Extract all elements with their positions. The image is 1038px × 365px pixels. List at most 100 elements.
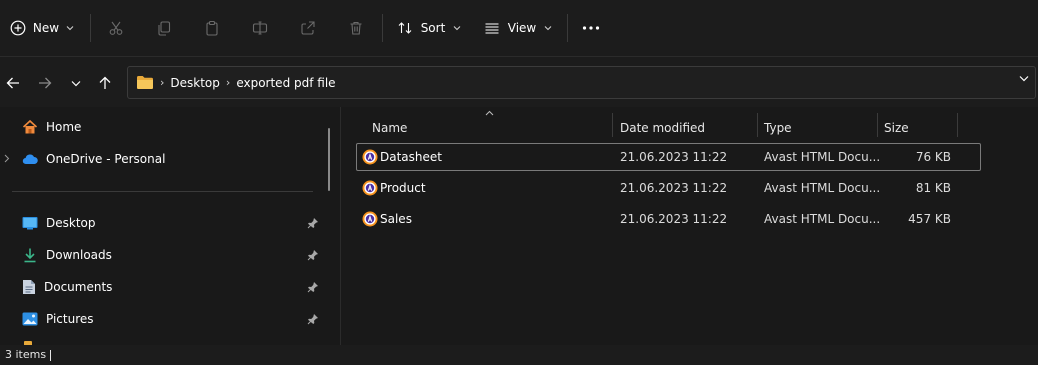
command-bar: New Sort View — [0, 0, 1038, 56]
rename-icon — [252, 20, 268, 36]
cut-button[interactable] — [102, 12, 130, 44]
sidebar-item-documents[interactable]: Documents — [22, 275, 112, 299]
file-type: Avast HTML Docu... — [764, 212, 881, 226]
file-row[interactable]: Datasheet 21.06.2023 11:22 Avast HTML Do… — [356, 143, 981, 171]
up-button[interactable] — [92, 70, 118, 96]
sidebar-item-downloads[interactable]: Downloads — [22, 243, 112, 267]
column-header-label: Size — [884, 121, 909, 135]
rename-button[interactable] — [246, 12, 274, 44]
column-header-label: Date modified — [620, 121, 706, 135]
sidebar-item-home[interactable]: Home — [22, 115, 81, 139]
file-name: Product — [380, 181, 426, 195]
file-size: 81 KB — [915, 181, 951, 195]
column-header-date-modified[interactable]: Date modified — [620, 113, 756, 143]
copy-button[interactable] — [150, 12, 178, 44]
address-history-button[interactable] — [1019, 75, 1029, 82]
file-date-modified: 21.06.2023 11:22 — [620, 150, 728, 164]
forward-button[interactable] — [32, 70, 58, 96]
chevron-down-icon — [66, 25, 74, 31]
sidebar-item-onedrive[interactable]: OneDrive - Personal — [22, 147, 165, 171]
sort-button[interactable]: Sort — [392, 12, 466, 44]
desktop-folder-icon — [22, 216, 38, 230]
arrow-left-icon — [6, 76, 20, 90]
copy-icon — [156, 20, 172, 36]
sidebar-item-label: Home — [46, 120, 82, 134]
status-bar: 3 items — [0, 345, 1038, 365]
navigation-bar: › Desktop › exported pdf file — [0, 57, 1038, 107]
breadcrumb-item[interactable]: exported pdf file — [236, 76, 335, 90]
sort-arrows-icon — [397, 20, 413, 36]
more-options-button[interactable] — [576, 12, 606, 44]
sort-label: Sort — [420, 21, 446, 35]
share-button[interactable] — [294, 12, 322, 44]
pin-icon[interactable] — [307, 249, 319, 261]
documents-folder-icon — [22, 279, 36, 295]
breadcrumb: › Desktop › exported pdf file — [136, 67, 336, 98]
breadcrumb-item[interactable]: Desktop — [170, 76, 220, 90]
column-header-name[interactable]: Name — [372, 113, 612, 143]
share-icon — [300, 20, 316, 36]
new-button[interactable]: New — [8, 12, 76, 44]
expand-chevron-icon[interactable] — [4, 154, 10, 163]
delete-button[interactable] — [342, 12, 370, 44]
item-count: 3 items — [5, 348, 47, 361]
avast-html-file-icon — [362, 206, 382, 232]
file-type: Avast HTML Docu... — [764, 181, 881, 195]
column-divider[interactable] — [612, 113, 613, 137]
plus-circle-icon — [10, 20, 26, 36]
ellipsis-icon — [582, 26, 600, 30]
downloads-folder-icon — [22, 247, 38, 263]
chevron-down-icon — [1019, 75, 1029, 82]
sidebar-item-label: OneDrive - Personal — [46, 152, 166, 166]
toolbar-divider — [567, 14, 568, 42]
view-list-icon — [484, 20, 500, 36]
file-row[interactable]: Sales 21.06.2023 11:22 Avast HTML Docu..… — [356, 205, 981, 233]
home-icon — [22, 119, 38, 135]
column-divider[interactable] — [957, 113, 958, 137]
arrow-right-icon — [38, 76, 52, 90]
file-name: Sales — [380, 212, 412, 226]
file-row[interactable]: Product 21.06.2023 11:22 Avast HTML Docu… — [356, 174, 981, 202]
pin-icon[interactable] — [307, 281, 319, 293]
breadcrumb-separator-icon: › — [225, 76, 231, 89]
sidebar-item-pictures[interactable]: Pictures — [22, 307, 94, 331]
sidebar-item-label: Pictures — [46, 312, 94, 326]
avast-html-file-icon — [362, 144, 382, 170]
trash-icon — [348, 20, 364, 36]
pin-icon[interactable] — [307, 313, 319, 325]
sidebar-item-label: Documents — [44, 280, 113, 294]
arrow-up-icon — [98, 76, 112, 90]
column-divider[interactable] — [757, 113, 758, 137]
onedrive-icon — [22, 153, 38, 165]
file-list: Name Date modified Type Size Datasheet 2… — [341, 107, 1038, 345]
breadcrumb-separator-icon: › — [160, 76, 165, 89]
clipboard-icon — [204, 20, 220, 36]
file-type: Avast HTML Docu... — [764, 150, 881, 164]
column-header-label: Type — [764, 121, 792, 135]
navigation-pane: Home OneDrive - Personal Desktop Downloa… — [0, 107, 340, 345]
pictures-folder-icon — [22, 312, 38, 326]
sidebar-item-desktop[interactable]: Desktop — [22, 211, 96, 235]
chevron-down-icon — [453, 25, 461, 31]
file-date-modified: 21.06.2023 11:22 — [620, 212, 728, 226]
back-button[interactable] — [0, 70, 26, 96]
address-bar[interactable]: › Desktop › exported pdf file — [127, 66, 1036, 99]
sidebar-item-label: Downloads — [46, 248, 112, 262]
sidebar-scrollbar[interactable] — [328, 128, 330, 191]
column-divider[interactable] — [877, 113, 878, 137]
pin-icon[interactable] — [307, 217, 319, 229]
avast-html-file-icon — [362, 175, 382, 201]
column-header-size[interactable]: Size — [884, 113, 956, 143]
recent-locations-button[interactable] — [63, 70, 89, 96]
sidebar-item-label: Desktop — [46, 216, 96, 230]
file-date-modified: 21.06.2023 11:22 — [620, 181, 728, 195]
file-size: 76 KB — [915, 150, 951, 164]
column-header-label: Name — [372, 121, 408, 135]
view-button[interactable]: View — [480, 12, 556, 44]
file-name: Datasheet — [380, 150, 442, 164]
column-header-type[interactable]: Type — [764, 113, 876, 143]
status-bar-divider — [50, 350, 51, 361]
file-size: 457 KB — [908, 212, 951, 226]
toolbar-divider — [90, 14, 91, 42]
paste-button[interactable] — [198, 12, 226, 44]
